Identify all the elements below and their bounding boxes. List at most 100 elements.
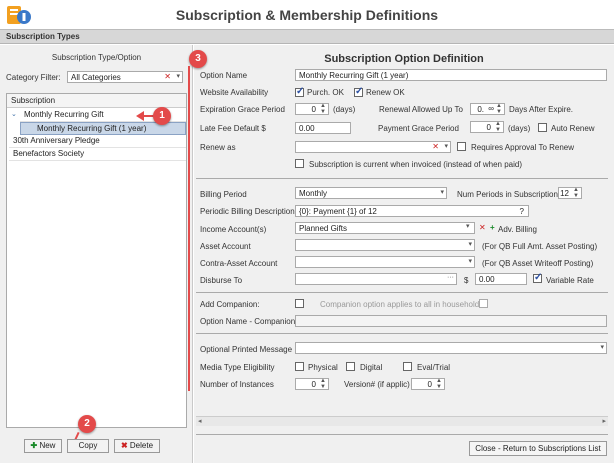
auto-renew-checkbox[interactable] <box>538 123 547 132</box>
ellipsis-icon[interactable]: ··· <box>447 274 454 281</box>
renewal-allowed-stepper[interactable]: 0. ∞ ▲ ▼ <box>470 103 505 115</box>
delete-button[interactable]: ✖ Delete <box>114 439 160 453</box>
billing-period-select[interactable]: Monthly ▾ <box>295 187 447 199</box>
renewal-allowed-label: Renewal Allowed Up To <box>379 105 463 114</box>
divider <box>196 333 608 334</box>
delete-button-label: Delete <box>129 441 154 450</box>
requires-approval-checkbox[interactable] <box>457 142 466 151</box>
spin-arrows-icon[interactable]: ▲ ▼ <box>573 187 579 199</box>
periodic-billing-input[interactable]: {0}: Payment {1} of 12 ? <box>295 205 529 217</box>
website-availability-label: Website Availability <box>200 88 269 97</box>
option-name-companion-input[interactable] <box>295 315 607 327</box>
renew-as-select[interactable]: ✕ ▾ <box>295 141 451 153</box>
chevron-down-icon[interactable]: ▾ <box>440 188 444 196</box>
optional-message-select[interactable]: ▾ <box>295 342 607 354</box>
media-type-label: Media Type Eligibility <box>200 363 275 372</box>
variable-rate-label: Variable Rate <box>546 276 594 285</box>
spin-arrows-icon[interactable]: ▲ ▼ <box>495 121 501 133</box>
contra-asset-label: Contra-Asset Account <box>200 259 278 268</box>
income-account-label: Income Account(s) <box>200 225 267 234</box>
instances-label: Number of Instances <box>200 380 274 389</box>
physical-checkbox[interactable] <box>295 362 304 371</box>
callout-badge-1: 1 <box>153 107 171 125</box>
chevron-down-icon[interactable]: ▾ <box>444 142 448 150</box>
option-name-label: Option Name <box>200 71 248 80</box>
add-companion-label: Add Companion: <box>200 300 260 309</box>
spin-arrows-icon[interactable]: ▲ ▼ <box>436 378 442 390</box>
requires-approval-label: Requires Approval To Renew <box>471 143 575 152</box>
close-return-button[interactable]: Close - Return to Subscriptions List <box>469 441 607 456</box>
spin-arrows-icon[interactable]: ▲ ▼ <box>320 378 326 390</box>
scroll-left-icon[interactable]: ◂ <box>198 417 202 425</box>
help-icon[interactable]: ? <box>520 207 524 216</box>
num-periods-stepper[interactable]: 12 ▲ ▼ <box>558 187 582 199</box>
subscription-tree: Subscription ⌄ Monthly Recurring Gift Mo… <box>6 93 187 428</box>
eval-trial-checkbox[interactable] <box>403 362 412 371</box>
delete-x-icon: ✖ <box>120 441 128 450</box>
num-periods-value: 12 <box>560 189 569 198</box>
right-pane: 3 Subscription Option Definition Option … <box>188 45 614 463</box>
asset-account-select[interactable]: ▾ <box>295 239 475 251</box>
divider <box>196 434 608 435</box>
scroll-right-icon[interactable]: ▸ <box>602 417 606 425</box>
clear-icon[interactable]: ✕ <box>164 72 171 81</box>
category-filter-select[interactable]: All Categories ✕ ▾ <box>67 71 183 83</box>
horizontal-scrollbar[interactable]: ◂ ▸ <box>196 416 608 426</box>
plus-icon[interactable]: + <box>490 223 495 232</box>
title-bar: Subscription & Membership Definitions <box>0 0 614 30</box>
category-filter-label: Category Filter: <box>6 73 61 82</box>
infinity-icon[interactable]: ∞ <box>488 104 494 113</box>
clear-icon[interactable]: ✕ <box>479 223 486 232</box>
spin-arrows-icon[interactable]: ▲ ▼ <box>496 103 502 115</box>
companion-household-checkbox[interactable] <box>479 299 488 308</box>
chevron-down-icon[interactable]: ▾ <box>600 343 604 351</box>
instances-stepper[interactable]: 0 ▲ ▼ <box>295 378 329 390</box>
renew-ok-checkbox[interactable] <box>354 86 363 97</box>
new-button[interactable]: ✚ New <box>24 439 62 453</box>
grace-period-stepper[interactable]: 0 ▲ ▼ <box>295 103 329 115</box>
chevron-down-icon[interactable]: ▾ <box>468 257 472 265</box>
left-pane: Subscription Type/Option Category Filter… <box>0 45 193 463</box>
chevron-down-icon[interactable]: ▾ <box>468 240 472 248</box>
late-fee-label: Late Fee Default $ <box>200 124 266 133</box>
copy-button[interactable]: Copy <box>67 439 109 453</box>
chevron-down-icon[interactable]: ▾ <box>466 222 470 230</box>
dollar-sign: $ <box>464 276 469 285</box>
expand-chevron-icon[interactable]: ⌄ <box>11 110 17 118</box>
version-stepper[interactable]: 0 ▲ ▼ <box>411 378 445 390</box>
add-companion-checkbox[interactable] <box>295 299 304 308</box>
renew-ok-label: Renew OK <box>366 88 405 97</box>
eval-trial-label: Eval/Trial <box>417 363 451 372</box>
clear-icon[interactable]: ✕ <box>432 142 439 151</box>
option-name-input[interactable]: Monthly Recurring Gift (1 year) <box>295 69 607 81</box>
option-name-value: Monthly Recurring Gift (1 year) <box>299 71 409 80</box>
version-value: 0 <box>427 380 432 389</box>
tree-item-benefactors-society[interactable]: Benefactors Society <box>9 148 186 161</box>
app-title: Subscription & Membership Definitions <box>175 7 439 23</box>
divider <box>196 178 608 179</box>
chevron-down-icon[interactable]: ▾ <box>176 72 180 80</box>
digital-checkbox[interactable] <box>346 362 355 371</box>
disburse-to-select[interactable]: ··· <box>295 273 457 285</box>
days-after-expire-label: Days After Expire. <box>509 105 574 114</box>
current-when-invoiced-checkbox[interactable] <box>295 159 304 168</box>
spin-arrows-icon[interactable]: ▲ ▼ <box>320 103 326 115</box>
contra-asset-select[interactable]: ▾ <box>295 256 475 268</box>
late-fee-value: 0.00 <box>299 124 315 133</box>
payment-grace-label: Payment Grace Period <box>378 124 459 133</box>
new-button-label: New <box>39 441 56 450</box>
payment-grace-stepper[interactable]: 0 ▲ ▼ <box>470 121 504 133</box>
late-fee-input[interactable]: 0.00 <box>295 122 351 134</box>
digital-label: Digital <box>360 363 383 372</box>
adv-billing-label[interactable]: Adv. Billing <box>498 225 537 234</box>
optional-message-label: Optional Printed Message <box>200 345 293 354</box>
income-account-select[interactable]: Planned Gifts <box>295 222 475 234</box>
variable-rate-checkbox[interactable] <box>533 272 542 283</box>
purch-ok-checkbox[interactable] <box>295 86 304 97</box>
asset-account-label: Asset Account <box>200 242 251 251</box>
callout-arrow-line-3 <box>188 66 190 391</box>
disburse-amount-input[interactable]: 0.00 <box>475 273 527 285</box>
periodic-billing-label: Periodic Billing Description: <box>200 207 297 216</box>
grace-period-value: 0 <box>311 105 316 114</box>
tree-item-30th-anniversary-pledge[interactable]: 30th Anniversary Pledge <box>9 135 186 148</box>
